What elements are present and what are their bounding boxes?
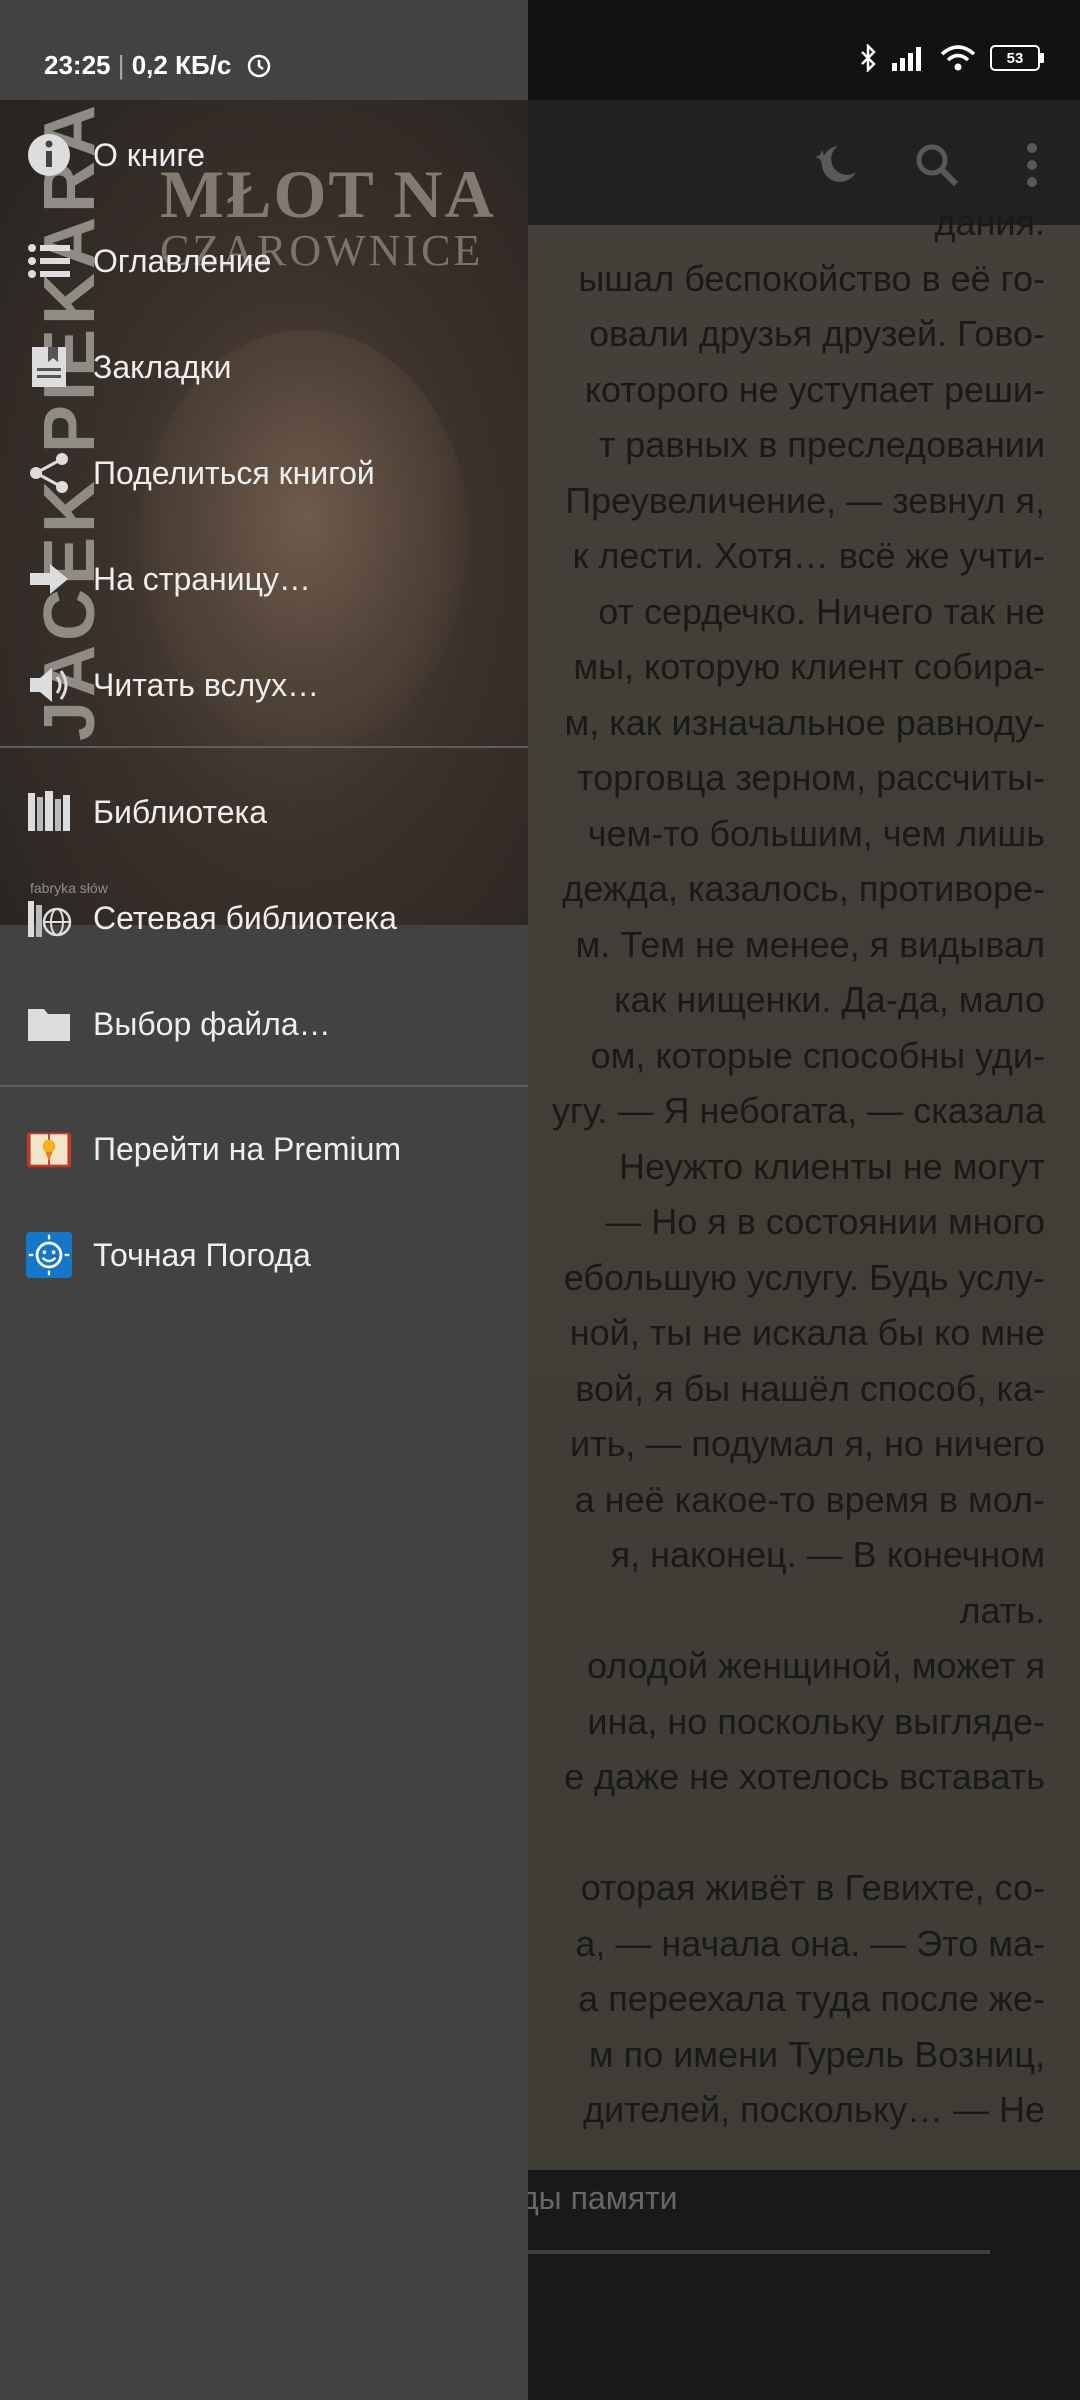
menu-bookmarks[interactable]: Закладки [0,317,528,417]
menu-network-library[interactable]: Сетевая библиотека [0,868,528,968]
wifi-icon [940,45,976,71]
speaker-icon [26,662,72,708]
info-icon [26,132,72,178]
drawer-status-area: 23:25 | 0,2 КБ/с [0,0,528,100]
menu-share-book[interactable]: Поделиться книгой [0,423,528,523]
navigation-drawer: 23:25 | 0,2 КБ/с MŁOT NA CZAROWNICE JACE… [0,0,528,2400]
list-icon [26,238,72,284]
library-icon [26,789,72,835]
status-left: 23:25 | 0,2 КБ/с [44,50,273,81]
weather-app-icon [26,1232,72,1278]
folder-icon [26,1001,72,1047]
menu-go-to-page[interactable]: На страницу… [0,529,528,629]
menu-library[interactable]: Библиотека [0,762,528,862]
network-speed: 0,2 КБ/с [131,50,232,80]
menu-about-book[interactable]: О книге [0,105,528,205]
goto-arrow-icon [26,556,72,602]
battery-level: 53 [1006,49,1024,67]
menu-label: Читать вслух… [93,666,320,703]
alarm-icon [247,54,270,78]
menu-label: Поделиться книгой [93,454,375,491]
menu-divider [0,1085,528,1087]
menu-label: Оглавление [93,242,272,279]
bluetooth-icon [861,44,876,72]
menu-label: Выбор файла… [93,1005,331,1042]
bookmark-icon [26,344,72,390]
premium-book-icon [26,1126,72,1172]
menu-label: Сетевая библиотека [93,899,397,936]
battery-indicator: 53 [990,45,1044,71]
menu-label: На страницу… [93,560,311,597]
menu-divider [0,746,528,748]
menu-label: Точная Погода [93,1236,311,1273]
menu-premium[interactable]: Перейти на Premium [0,1099,528,1199]
menu-file-picker[interactable]: Выбор файла… [0,974,528,1074]
network-library-icon [26,895,72,941]
menu-read-aloud[interactable]: Читать вслух… [0,635,528,735]
signal-icon [892,47,921,71]
menu-label: О книге [93,136,206,173]
menu-label: Библиотека [93,793,267,830]
menu-label: Перейти на Premium [93,1130,402,1167]
menu-contents[interactable]: Оглавление [0,211,528,311]
menu-weather-app[interactable]: Точная Погода [0,1205,528,1305]
menu-label: Закладки [93,348,232,385]
clock: 23:25 [44,50,111,80]
share-icon [26,450,72,496]
status-icons: 53 [860,44,1044,72]
